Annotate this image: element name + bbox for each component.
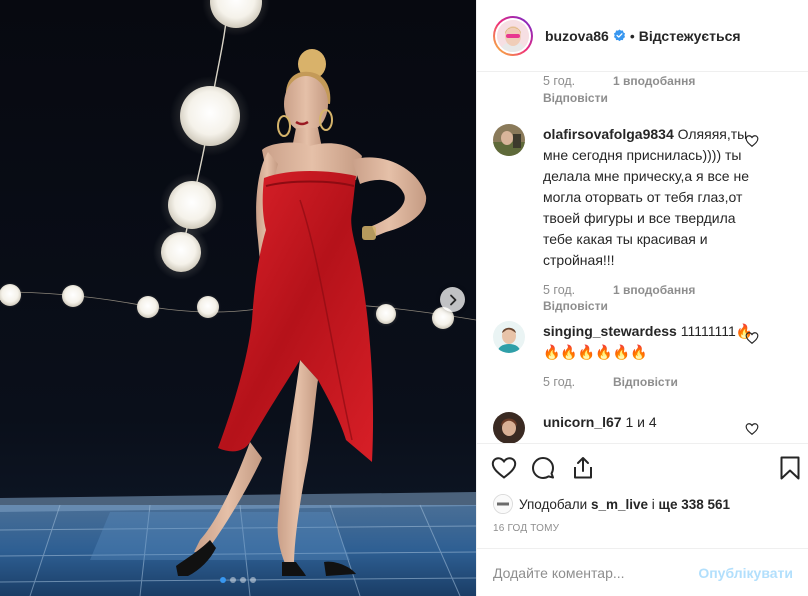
liked-by-avatar[interactable] (493, 494, 513, 514)
carousel-dot (250, 577, 256, 583)
comment-like-heart-icon[interactable] (745, 331, 759, 345)
comment-text: singing_stewardess 11111111🔥🔥🔥🔥🔥🔥🔥 (543, 321, 765, 363)
post-header: buzova86 • Відстежується (477, 0, 808, 72)
comment-content: Оляяяя,ты мне сегодня приснилась)))) ты … (543, 126, 749, 268)
carousel-dot (240, 577, 246, 583)
comment-author[interactable]: olafirsovafolga9834 (543, 126, 674, 142)
comment-text: olafirsovafolga9834 Оляяяя,ты мне сегодн… (543, 124, 765, 271)
liked-by-prefix: Уподобали (519, 496, 591, 512)
header-username[interactable]: buzova86 (545, 28, 609, 44)
comment-likes-count[interactable]: 1 вподобання (613, 283, 695, 297)
comment-icon (532, 457, 554, 479)
carousel-dot (230, 577, 236, 583)
liked-by-text: Уподобали s_m_live і ще 338 561 (519, 497, 730, 512)
chevron-right-icon (449, 294, 456, 305)
comments-list[interactable]: 5 год. 1 вподобання Відповісти olafirsov (477, 72, 808, 444)
story-ring[interactable] (493, 15, 533, 56)
commenter-avatar[interactable] (493, 321, 525, 353)
carousel-indicator (0, 577, 476, 583)
comment-meta: 5 год. 1 вподобання (543, 283, 793, 297)
add-comment-bar: Опублікувати (477, 548, 808, 596)
post-photo[interactable] (0, 0, 476, 596)
save-button[interactable] (761, 448, 801, 488)
liked-by-user[interactable]: s_m_live (591, 497, 648, 512)
liked-by-middle: і (648, 496, 659, 512)
action-bar (477, 444, 808, 492)
next-slide-button[interactable] (440, 287, 465, 312)
comment-item: singing_stewardess 11111111🔥🔥🔥🔥🔥🔥🔥 5 год… (493, 321, 793, 389)
liked-by-summary: Уподобали s_m_live і ще 338 561 (477, 492, 808, 516)
like-button[interactable] (491, 448, 531, 488)
share-button[interactable] (571, 448, 611, 488)
comment-item: olafirsovafolga9834 Оляяяя,ты мне сегодн… (493, 124, 793, 313)
previous-comment-meta: 5 год. 1 вподобання Відповісти (543, 74, 783, 105)
comment-author[interactable]: singing_stewardess (543, 323, 677, 339)
likes-count[interactable]: ще 338 561 (659, 497, 730, 512)
bookmark-icon (780, 456, 800, 480)
comment-item: unicorn_l67 1 и 4 (493, 412, 793, 444)
heart-icon (491, 457, 517, 479)
comment-like-heart-icon[interactable] (745, 134, 759, 148)
comment-meta: 5 год. Відповісти (543, 375, 793, 389)
share-icon (574, 457, 592, 479)
post-actions-section: Уподобали s_m_live і ще 338 561 16 ГОД Т… (477, 443, 808, 534)
comment-button[interactable] (531, 448, 571, 488)
comment-age: 5 год. (543, 74, 576, 88)
comment-input[interactable] (493, 564, 699, 581)
comment-like-heart-icon[interactable] (745, 422, 759, 436)
commenter-avatar[interactable] (493, 412, 525, 444)
verified-badge-icon (613, 29, 625, 42)
header-separator: • (629, 27, 635, 44)
photo-scene (0, 0, 476, 596)
reply-button[interactable]: Відповісти (543, 299, 793, 313)
reply-button[interactable]: Відповісти (613, 375, 678, 389)
post-timestamp[interactable]: 16 ГОД ТОМУ (477, 523, 808, 534)
reply-button[interactable]: Відповісти (543, 91, 783, 105)
post-container: buzova86 • Відстежується 5 год. 1 вподоб… (0, 0, 808, 596)
post-sidebar: buzova86 • Відстежується 5 год. 1 вподоб… (476, 0, 808, 596)
comment-age: 5 год. (543, 375, 576, 389)
comment-author[interactable]: unicorn_l67 (543, 414, 622, 430)
commenter-avatar[interactable] (493, 124, 525, 156)
profile-avatar (497, 19, 529, 52)
comment-content: 1 и 4 (625, 414, 657, 430)
following-button[interactable]: Відстежується (639, 28, 741, 44)
comment-likes-count[interactable]: 1 вподобання (613, 74, 695, 88)
publish-button[interactable]: Опублікувати (698, 565, 793, 581)
comment-age: 5 год. (543, 283, 576, 297)
carousel-dot-active (220, 577, 226, 583)
comment-text: unicorn_l67 1 и 4 (543, 412, 765, 433)
